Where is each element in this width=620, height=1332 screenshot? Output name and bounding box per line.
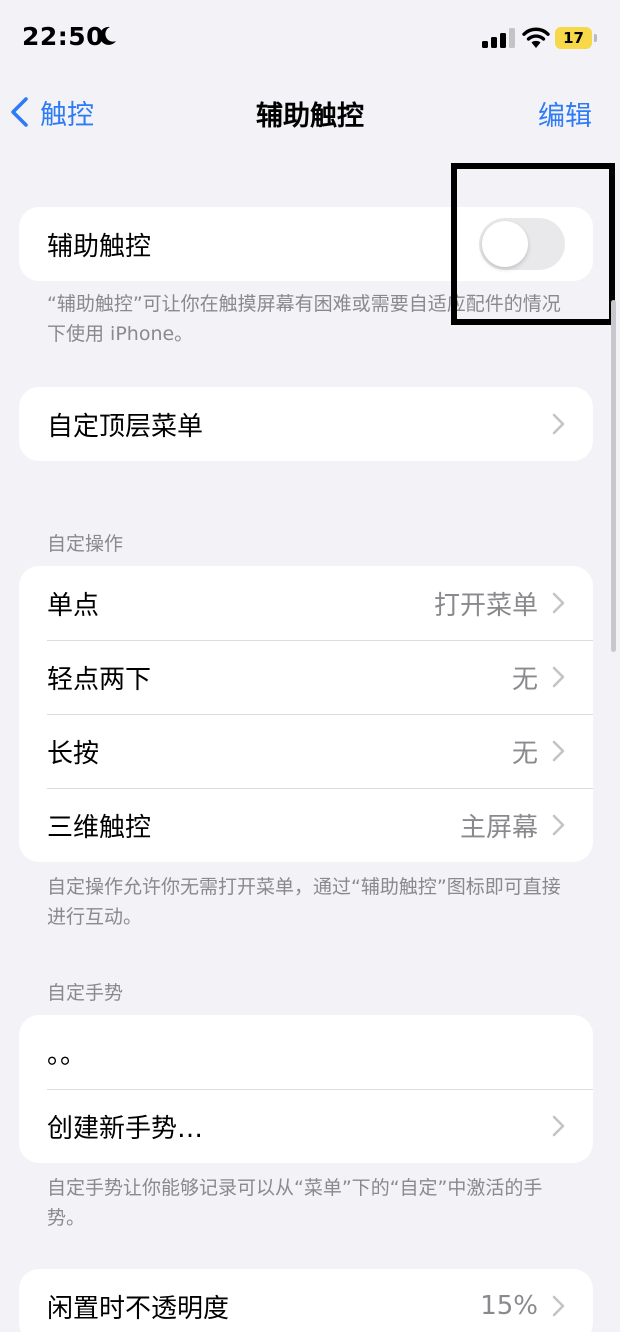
assistive-touch-label: 辅助触控	[47, 231, 152, 262]
action-row-long-press[interactable]: 长按 无	[19, 714, 593, 788]
custom-actions-note: 自定操作允许你无需打开菜单，通过“辅助触控”图标即可直接进行互动。	[47, 876, 561, 928]
scroll-indicator[interactable]	[611, 300, 616, 652]
action-label: 长按	[47, 738, 100, 769]
edit-button[interactable]: 编辑	[538, 94, 592, 133]
action-label: 三维触控	[47, 812, 152, 843]
status-time: 22:50	[22, 22, 105, 51]
highlight-annotation-box	[451, 163, 615, 325]
gesture-item-row[interactable]: 。。	[19, 1015, 593, 1089]
idle-opacity-row[interactable]: 闲置时不透明度 15%	[19, 1269, 593, 1332]
action-value: 无	[511, 664, 538, 695]
idle-opacity-label: 闲置时不透明度	[47, 1293, 230, 1324]
action-label: 轻点两下	[47, 664, 152, 695]
top-menu-group: 自定顶层菜单	[19, 387, 593, 461]
chevron-right-icon	[552, 666, 565, 688]
wifi-icon	[522, 27, 550, 48]
gesture-item-label: 。。	[47, 1039, 87, 1070]
page-title: 辅助触控	[256, 101, 364, 132]
action-row-single-tap[interactable]: 单点 打开菜单	[19, 566, 593, 640]
chevron-right-icon	[552, 1115, 565, 1137]
action-value: 无	[511, 738, 538, 769]
custom-actions-header: 自定操作	[47, 533, 124, 555]
chevron-right-icon	[552, 814, 565, 836]
custom-gestures-header: 自定手势	[47, 982, 124, 1004]
battery-indicator: 17	[555, 27, 597, 49]
customize-top-menu-label: 自定顶层菜单	[47, 411, 204, 442]
chevron-right-icon	[552, 1295, 565, 1317]
moon-icon	[99, 26, 116, 45]
navigation-bar: 触控 辅助触控 编辑	[0, 80, 620, 144]
create-new-gesture-row[interactable]: 创建新手势…	[19, 1089, 593, 1163]
action-row-double-tap[interactable]: 轻点两下 无	[19, 640, 593, 714]
action-value: 主屏幕	[459, 812, 538, 843]
custom-actions-group: 单点 打开菜单 轻点两下 无 长按 无 三维触控 主屏幕	[19, 566, 593, 862]
create-new-gesture-label: 创建新手势…	[47, 1113, 204, 1144]
chevron-right-icon	[552, 592, 565, 614]
status-bar: 22:50 17	[0, 0, 620, 80]
custom-gestures-group: 。。 创建新手势…	[19, 1015, 593, 1163]
action-label: 单点	[47, 590, 100, 621]
custom-gestures-note: 自定手势让你能够记录可以从“菜单”下的“自定”中激活的手势。	[47, 1177, 543, 1229]
idle-opacity-group: 闲置时不透明度 15%	[19, 1269, 593, 1332]
action-value: 打开菜单	[433, 590, 538, 621]
cellular-signal-icon	[482, 28, 515, 48]
idle-opacity-value: 15%	[480, 1291, 538, 1321]
chevron-right-icon	[552, 413, 565, 435]
customize-top-menu-row[interactable]: 自定顶层菜单	[19, 387, 593, 461]
chevron-right-icon	[552, 740, 565, 762]
battery-level: 17	[563, 29, 584, 47]
action-row-3d-touch[interactable]: 三维触控 主屏幕	[19, 788, 593, 862]
